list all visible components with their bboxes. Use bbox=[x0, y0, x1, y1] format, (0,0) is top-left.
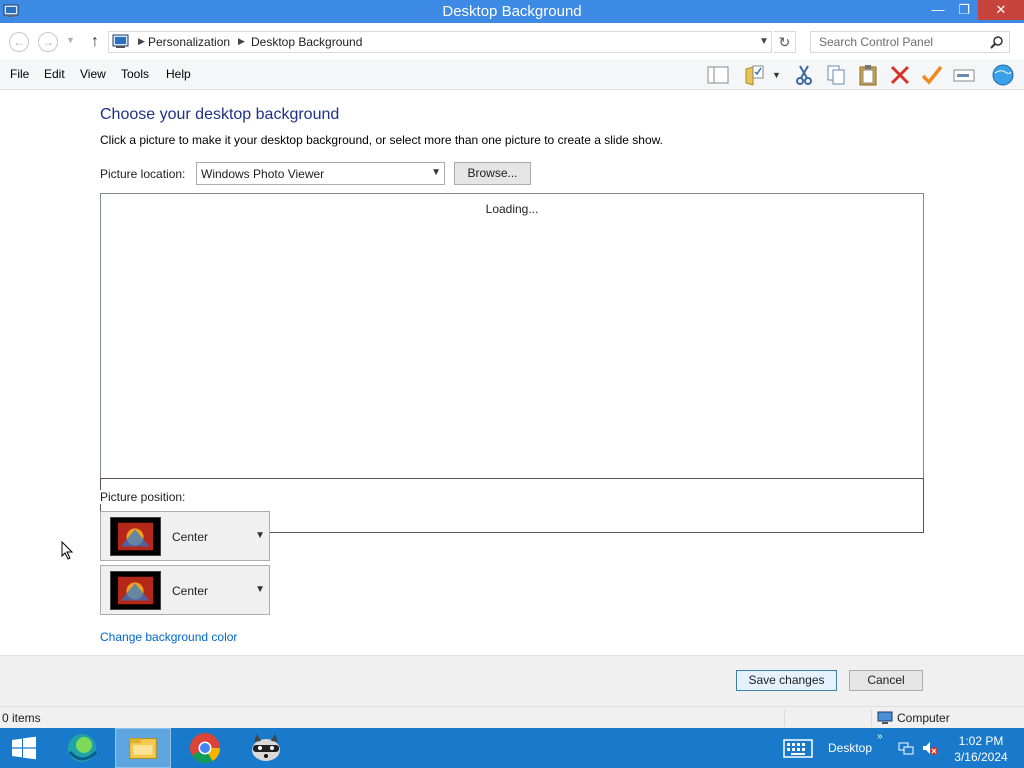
button-bar: Save changes Cancel bbox=[0, 655, 1024, 706]
taskbar: Desktop » 1:02 PM 3/16/2024 bbox=[0, 728, 1024, 768]
menu-bar: File Edit View Tools Help ▼ bbox=[0, 59, 1024, 90]
arrow-up-icon: ↑ bbox=[91, 33, 99, 50]
volume-muted-icon[interactable] bbox=[922, 740, 938, 756]
clock-date: 3/16/2024 bbox=[954, 750, 1008, 764]
chevron-right-icon: ▶ bbox=[138, 36, 145, 46]
position-preview-image bbox=[110, 517, 161, 556]
chevron-down-icon: ▼ bbox=[255, 584, 265, 595]
up-button[interactable]: ↑ bbox=[86, 32, 104, 52]
folder-checklist-icon[interactable] bbox=[743, 63, 767, 87]
title-bar: Desktop Background — ❐ ✕ bbox=[0, 0, 1024, 23]
page-description: Click a picture to make it your desktop … bbox=[100, 133, 663, 147]
network-icon[interactable] bbox=[898, 740, 914, 756]
desktop-toolbar-label[interactable]: Desktop bbox=[828, 741, 872, 755]
edge-icon[interactable] bbox=[56, 728, 112, 768]
properties-check-icon[interactable] bbox=[920, 63, 944, 87]
page-title: Choose your desktop background bbox=[100, 106, 340, 123]
picture-location-label: Picture location: bbox=[100, 167, 186, 181]
picture-position-select[interactable]: Center ▼ bbox=[100, 565, 270, 615]
position-value: Center bbox=[172, 584, 209, 598]
menu-help[interactable]: Help bbox=[166, 67, 191, 81]
search-icon[interactable] bbox=[990, 35, 1004, 49]
loading-text: Loading... bbox=[485, 202, 539, 216]
address-box[interactable]: ▶ Personalization ▶ Desktop Background ▼ bbox=[108, 31, 772, 53]
picture-position-select[interactable]: Center ▼ bbox=[100, 511, 270, 561]
control-panel-icon bbox=[112, 34, 129, 48]
save-changes-button[interactable]: Save changes bbox=[736, 670, 837, 691]
window-title: Desktop Background bbox=[442, 3, 582, 20]
toolbar-overflow-icon[interactable]: » bbox=[877, 731, 883, 742]
back-button[interactable]: ← bbox=[9, 32, 29, 52]
computer-icon bbox=[877, 711, 893, 724]
picture-list[interactable]: Loading... bbox=[100, 193, 924, 479]
position-preview-image bbox=[110, 571, 161, 610]
cut-icon[interactable] bbox=[792, 63, 816, 87]
status-location: Computer bbox=[897, 711, 950, 725]
chevron-right-icon: ▶ bbox=[238, 36, 245, 46]
cancel-button[interactable]: Cancel bbox=[849, 670, 923, 691]
rename-icon[interactable] bbox=[952, 63, 976, 87]
clock-time: 1:02 PM bbox=[958, 734, 1004, 748]
taskbar-clock[interactable]: 1:02 PM 3/16/2024 bbox=[948, 733, 1014, 765]
delete-icon[interactable] bbox=[888, 63, 912, 87]
chevron-down-icon[interactable]: ▼ bbox=[759, 36, 769, 47]
search-box bbox=[810, 31, 1010, 53]
change-background-color-link[interactable]: Change background color bbox=[100, 630, 237, 644]
menu-file[interactable]: File bbox=[10, 67, 29, 81]
menu-tools[interactable]: Tools bbox=[121, 67, 149, 81]
search-input[interactable] bbox=[811, 32, 986, 52]
minimize-button[interactable]: — bbox=[925, 0, 951, 20]
paste-icon[interactable] bbox=[856, 63, 880, 87]
raccoon-app-icon[interactable] bbox=[238, 728, 294, 768]
arrow-right-icon: → bbox=[42, 35, 54, 49]
refresh-button[interactable]: ↻ bbox=[774, 31, 796, 53]
windows-start-icon[interactable] bbox=[0, 728, 48, 768]
status-divider bbox=[784, 709, 785, 727]
picture-location-value: Windows Photo Viewer bbox=[201, 167, 325, 181]
breadcrumb-personalization[interactable]: Personalization bbox=[148, 35, 230, 49]
status-bar: 0 items Computer bbox=[0, 706, 1024, 728]
refresh-icon: ↻ bbox=[778, 34, 791, 50]
address-bar: ← → ▼ ↑ ▶ Personalization ▶ Desktop Back… bbox=[0, 23, 1024, 59]
chevron-down-icon: ▼ bbox=[255, 530, 265, 541]
picture-location-select[interactable]: Windows Photo Viewer ▼ bbox=[196, 162, 445, 185]
breadcrumb-desktop-background[interactable]: Desktop Background bbox=[251, 35, 362, 49]
maximize-button[interactable]: ❐ bbox=[951, 0, 977, 20]
globe-icon[interactable] bbox=[991, 63, 1015, 87]
mouse-cursor-icon bbox=[61, 541, 74, 560]
close-button[interactable]: ✕ bbox=[978, 0, 1024, 20]
touch-keyboard-icon[interactable] bbox=[783, 739, 813, 758]
arrow-left-icon: ← bbox=[13, 35, 25, 49]
copy-icon[interactable] bbox=[824, 63, 848, 87]
chrome-icon[interactable] bbox=[177, 728, 233, 768]
status-divider bbox=[871, 709, 872, 727]
browse-button[interactable]: Browse... bbox=[454, 162, 531, 185]
menu-view[interactable]: View bbox=[80, 67, 106, 81]
position-value: Center bbox=[172, 530, 209, 544]
forward-button[interactable]: → bbox=[38, 32, 58, 52]
main-content: Choose your desktop background Click a p… bbox=[0, 90, 1024, 655]
file-explorer-icon[interactable] bbox=[115, 728, 171, 768]
layout-pane-icon[interactable] bbox=[706, 63, 730, 87]
picture-position-label: Picture position: bbox=[100, 490, 186, 504]
menu-edit[interactable]: Edit bbox=[44, 67, 65, 81]
chevron-down-icon: ▼ bbox=[431, 167, 441, 178]
chevron-down-icon[interactable]: ▼ bbox=[772, 63, 784, 87]
status-item-count: 0 items bbox=[2, 711, 41, 725]
recent-locations-dropdown[interactable]: ▼ bbox=[66, 35, 75, 45]
